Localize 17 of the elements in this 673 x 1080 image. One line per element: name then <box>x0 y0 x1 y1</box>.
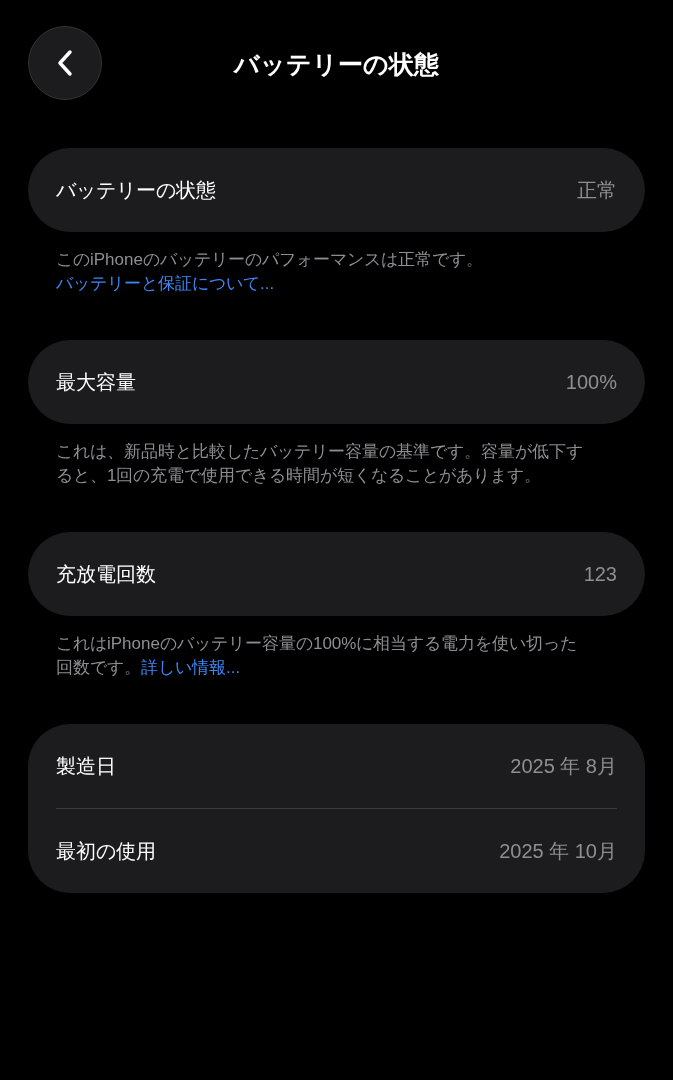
footer-text: これは、新品時と比較したバッテリー容量の基準です。容量が低下すると、1回の充電で使用できる時間が短くなることがあります。 <box>55 441 584 487</box>
row-value: 正常 <box>577 177 617 203</box>
back-icon <box>57 49 73 77</box>
row-label: 最大容量 <box>56 369 136 395</box>
footer-text: これはiPhoneのバッテリー容量の100%に相当する電力を使い切った回数です。詳しい情報... <box>55 633 579 679</box>
footer-text: このiPhoneのバッテリーのパフォーマンスは正常です。 バッテリーと保証について... <box>55 249 484 295</box>
row-value: 2025 年 10月 <box>499 838 617 864</box>
info-link[interactable]: バッテリーと保証について... <box>56 274 275 293</box>
page-title: バッテリーの状態 <box>232 48 440 80</box>
row-label: 最初の使用 <box>56 838 156 864</box>
row-label: バッテリーの状態 <box>56 177 216 203</box>
info-link[interactable]: 詳しい情報... <box>141 658 241 677</box>
row-label: 充放電回数 <box>56 561 156 587</box>
row-value: 2025 年 8月 <box>510 753 617 779</box>
row-value: 100% <box>565 370 617 394</box>
row-label: 製造日 <box>56 753 116 779</box>
row-value: 123 <box>583 562 617 586</box>
